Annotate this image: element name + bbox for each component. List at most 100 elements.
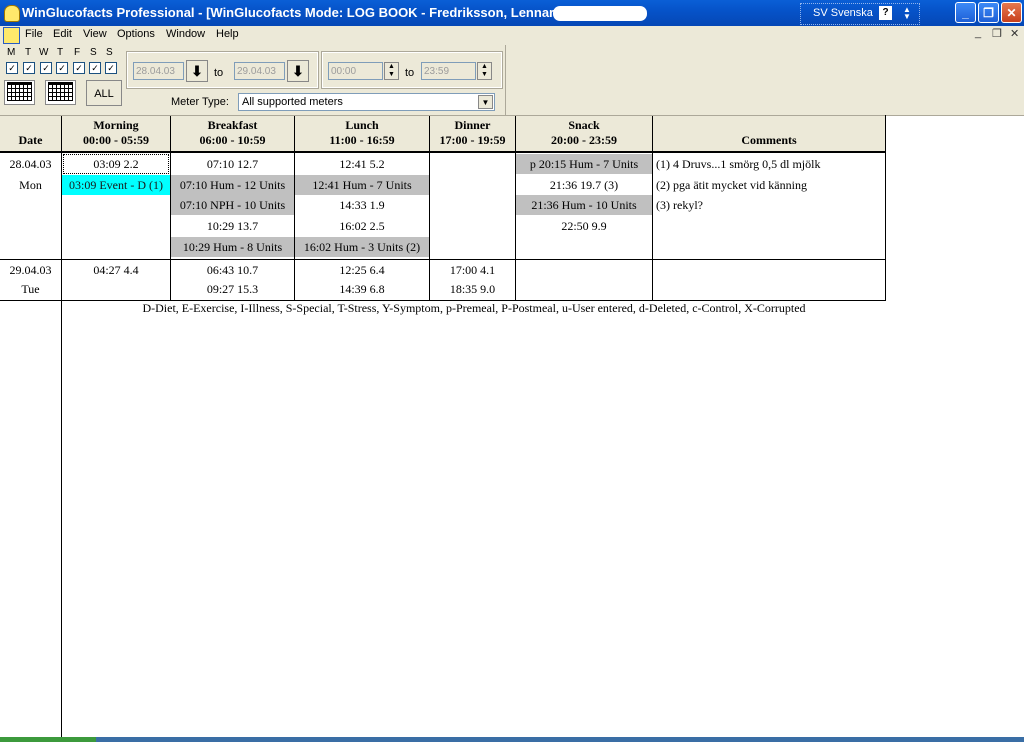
reading-entry[interactable]: 03:09 2.2: [63, 154, 169, 174]
reading-entry[interactable]: 12:41 5.2: [295, 154, 429, 174]
date-from-picker-icon[interactable]: ⬇: [186, 60, 208, 82]
day-checkbox-sun[interactable]: ✓: [105, 62, 117, 74]
app-icon[interactable]: [4, 5, 20, 22]
window-title: WinGlucofacts Professional - [WinGlucofa…: [22, 5, 563, 20]
insulin-entry[interactable]: 10:29 Hum - 8 Units: [171, 237, 294, 257]
day-label-sat: S: [90, 47, 97, 58]
column-header-breakfast[interactable]: Breakfast 06:00 - 10:59: [171, 115, 295, 153]
comment-entry[interactable]: (1) 4 Druvs...1 smörg 0,5 dl mjölk: [653, 154, 884, 174]
menu-edit[interactable]: Edit: [53, 28, 72, 40]
date-cell[interactable]: 29.04.03: [0, 260, 61, 280]
date-to-picker-icon[interactable]: ⬇: [287, 60, 309, 82]
column-header-date[interactable]: Date: [0, 115, 62, 153]
reading-entry[interactable]: 04:27 4.4: [62, 260, 170, 280]
column-header-morning-label: Morning: [93, 118, 139, 132]
day-checkbox-wed[interactable]: ✓: [40, 62, 52, 74]
column-header-morning[interactable]: Morning 00:00 - 05:59: [62, 115, 171, 153]
date-from-field[interactable]: 28.04.03: [133, 62, 184, 80]
reading-entry[interactable]: 07:10 12.7: [171, 154, 294, 174]
time-to-spinner[interactable]: ▲ ▼: [477, 62, 492, 80]
all-button[interactable]: ALL: [86, 80, 122, 106]
day-label-tue: T: [25, 47, 32, 58]
reading-entry[interactable]: 17:00 4.1: [430, 260, 515, 280]
mdi-close-button[interactable]: ✕: [1010, 27, 1019, 40]
day-checkbox-tue[interactable]: ✓: [23, 62, 35, 74]
date-to-field[interactable]: 29.04.03: [234, 62, 285, 80]
menu-options[interactable]: Options: [117, 28, 155, 40]
language-label[interactable]: SV Svenska: [813, 7, 873, 19]
insulin-entry[interactable]: 07:10 NPH - 10 Units: [171, 195, 294, 215]
day-label-fri: F: [74, 47, 81, 58]
date-cell[interactable]: 28.04.03: [0, 154, 61, 174]
column-header-snack-label: Snack: [568, 118, 600, 132]
day-checkbox-sat[interactable]: ✓: [89, 62, 101, 74]
menu-window[interactable]: Window: [166, 28, 205, 40]
comment-entry[interactable]: (2) pga ätit mycket vid känning: [653, 175, 884, 195]
insulin-entry[interactable]: 16:02 Hum - 3 Units (2): [295, 237, 429, 257]
day-checkbox-fri[interactable]: ✓: [73, 62, 85, 74]
column-header-snack[interactable]: Snack 20:00 - 23:59: [516, 115, 653, 153]
title-bar: WinGlucofacts Professional - [WinGlucofa…: [0, 0, 1024, 26]
weekday-cell[interactable]: Mon: [0, 175, 61, 195]
insulin-entry[interactable]: 07:10 Hum - 12 Units: [171, 175, 294, 195]
reading-entry[interactable]: 21:36 19.7 (3): [516, 175, 652, 195]
document-icon[interactable]: [3, 27, 20, 44]
reading-entry[interactable]: 18:35 9.0: [430, 279, 515, 299]
month-calendar-button[interactable]: [45, 80, 76, 105]
comment-entry[interactable]: (3) rekyl?: [653, 195, 884, 215]
insulin-entry[interactable]: p 20:15 Hum - 7 Units: [516, 154, 652, 174]
time-to-field[interactable]: 23:59: [421, 62, 476, 80]
reading-entry[interactable]: 06:43 10.7: [171, 260, 294, 280]
redacted-name: [553, 6, 647, 21]
day-label-mon: M: [7, 47, 16, 58]
column-header-dinner-time: 17:00 - 19:59: [439, 133, 506, 147]
day-checkbox-thu[interactable]: ✓: [56, 62, 68, 74]
time-from-spinner[interactable]: ▲ ▼: [384, 62, 399, 80]
maximize-button[interactable]: ❐: [978, 2, 999, 23]
event-entry[interactable]: 03:09 Event - D (1): [62, 175, 170, 195]
column-header-dinner-label: Dinner: [454, 118, 491, 132]
menu-view[interactable]: View: [83, 28, 107, 40]
insulin-entry[interactable]: 12:41 Hum - 7 Units: [295, 175, 429, 195]
column-header-dinner[interactable]: Dinner 17:00 - 19:59: [430, 115, 516, 153]
grid-top-border: [0, 115, 1024, 116]
column-header-comments-label: Comments: [741, 133, 797, 147]
column-header-morning-time: 00:00 - 05:59: [83, 133, 149, 147]
toolbar-divider: [505, 45, 506, 115]
dropdown-arrow-icon[interactable]: ▼: [478, 95, 493, 109]
column-header-date-label: Date: [18, 133, 43, 147]
reading-entry[interactable]: 16:02 2.5: [295, 216, 429, 236]
log-book: Date Morning 00:00 - 05:59 Breakfast 06:…: [0, 115, 1024, 742]
meter-type-value: All supported meters: [242, 96, 343, 108]
column-header-breakfast-time: 06:00 - 10:59: [199, 133, 266, 147]
reading-entry[interactable]: 14:39 6.8: [295, 279, 429, 299]
column-header-breakfast-label: Breakfast: [207, 118, 258, 132]
mdi-restore-button[interactable]: ❐: [992, 27, 1002, 40]
reading-entry[interactable]: 12:25 6.4: [295, 260, 429, 280]
reading-entry[interactable]: 22:50 9.9: [516, 216, 652, 236]
column-header-comments[interactable]: Comments: [653, 115, 886, 153]
toolbar: M T W T F S S ✓ ✓ ✓ ✓ ✓ ✓ ✓ ALL 28.04.03…: [0, 45, 1024, 115]
language-options-icon[interactable]: ▲ ▼: [903, 6, 911, 21]
weekday-cell[interactable]: Tue: [0, 279, 61, 299]
column-header-lunch[interactable]: Lunch 11:00 - 16:59: [295, 115, 430, 153]
column-header-lunch-label: Lunch: [345, 118, 379, 132]
grid-line: [885, 115, 886, 300]
day-checkbox-mon[interactable]: ✓: [6, 62, 18, 74]
minimize-button[interactable]: _: [955, 2, 976, 23]
time-from-field[interactable]: 00:00: [328, 62, 383, 80]
column-header-snack-time: 20:00 - 23:59: [551, 133, 617, 147]
reading-entry[interactable]: 09:27 15.3: [171, 279, 294, 299]
menu-file[interactable]: File: [25, 28, 43, 40]
close-button[interactable]: ✕: [1001, 2, 1022, 23]
meter-type-select[interactable]: All supported meters ▼: [238, 93, 495, 111]
reading-entry[interactable]: 14:33 1.9: [295, 195, 429, 215]
insulin-entry[interactable]: 21:36 Hum - 10 Units: [516, 195, 652, 215]
menu-help[interactable]: Help: [216, 28, 239, 40]
week-calendar-button[interactable]: [4, 80, 35, 105]
mdi-minimize-button[interactable]: _: [975, 27, 981, 39]
help-icon[interactable]: ?: [879, 6, 892, 20]
reading-entry[interactable]: 10:29 13.7: [171, 216, 294, 236]
date-to-label: to: [214, 67, 224, 79]
language-bar[interactable]: SV Svenska ? ▲ ▼: [800, 3, 920, 25]
